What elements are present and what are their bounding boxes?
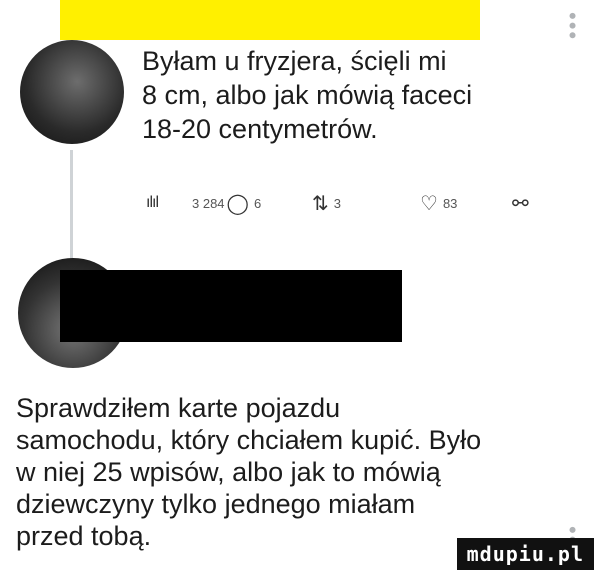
tweet-2: ••• Sprawdziłem karte pojazdu samochodu,…: [0, 248, 600, 576]
heart-icon: ♡: [420, 192, 438, 215]
tweet-text: Sprawdziłem karte pojazdu samochodu, któ…: [16, 393, 482, 551]
reply-count: 6: [253, 195, 262, 211]
tweet-actions: ılıl 3 284 ◯ 6 ⇅ 3 ♡ 83 ⚯: [146, 188, 529, 218]
reply-button[interactable]: 3 284 ◯ 6: [192, 191, 312, 216]
tweet-1: ••• Byłam u fryzjera, ścięli mi 8 cm, al…: [0, 0, 600, 260]
watermark-logo: mdupiu.pl: [456, 538, 594, 570]
views-count: 3 284: [192, 195, 225, 211]
like-count: 83: [442, 195, 458, 211]
tweet-text: Byłam u fryzjera, ścięli mi 8 cm, albo j…: [142, 46, 473, 144]
redacted-username-bar: [60, 270, 402, 342]
like-button[interactable]: ♡ 83: [420, 191, 512, 216]
thread-connector-line: [70, 150, 73, 260]
retweet-icon: ⇅: [312, 192, 329, 215]
share-icon[interactable]: ⚯: [512, 191, 529, 216]
views-button[interactable]: ılıl: [146, 194, 192, 212]
redacted-username-bar: [60, 0, 480, 40]
retweet-button[interactable]: ⇅ 3: [312, 191, 420, 216]
avatar[interactable]: [20, 40, 124, 144]
bar-chart-icon: ılıl: [146, 194, 159, 211]
reply-icon: ◯: [226, 192, 249, 215]
more-options-icon[interactable]: •••: [560, 12, 585, 41]
retweet-count: 3: [333, 195, 341, 211]
